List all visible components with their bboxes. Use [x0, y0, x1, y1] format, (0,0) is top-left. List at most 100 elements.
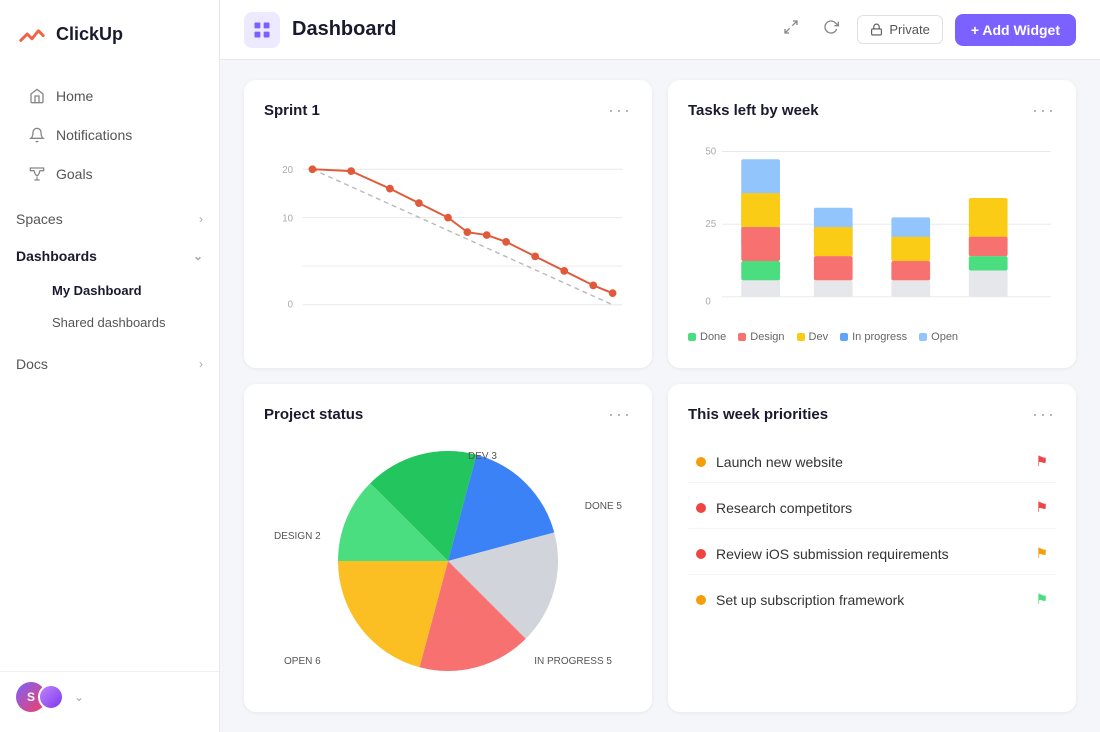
avatar-photo-inner — [40, 686, 62, 708]
sidebar-item-label: Spaces — [16, 211, 63, 227]
chevron-down-icon: ⌄ — [74, 690, 84, 704]
bar-chart: 50 25 0 — [688, 137, 1056, 337]
priority-flag-3: ⚑ — [1035, 591, 1048, 608]
priority-item-2: Review iOS submission requirements ⚑ — [688, 533, 1056, 575]
legend-design: Design — [738, 331, 784, 343]
chevron-down-icon: ⌄ — [193, 249, 203, 263]
chevron-right-icon: › — [199, 212, 203, 226]
sidebar-item-label: Notifications — [56, 127, 132, 143]
avatar-container[interactable]: S — [16, 682, 64, 712]
tasks-widget-menu[interactable]: ··· — [1032, 100, 1056, 121]
legend-done-color — [688, 333, 696, 341]
project-status-menu[interactable]: ··· — [608, 404, 632, 425]
pie-chart-svg — [338, 451, 558, 671]
legend-done-label: Done — [700, 331, 726, 343]
tasks-widget-title: Tasks left by week — [688, 102, 819, 119]
priority-dot-3 — [696, 595, 706, 605]
legend-open-label: Open — [931, 331, 958, 343]
legend-open-color — [919, 333, 927, 341]
sprint-widget: Sprint 1 ··· 20 10 0 — [244, 80, 652, 368]
sprint-widget-header: Sprint 1 ··· — [264, 100, 632, 121]
priority-item-left-1: Research competitors — [696, 500, 852, 516]
docs-section-left: Docs — [16, 356, 48, 372]
grid-icon — [252, 20, 272, 40]
pie-label-inprogress: IN PROGRESS 5 — [534, 656, 612, 667]
svg-text:50: 50 — [705, 146, 716, 157]
tasks-widget-header: Tasks left by week ··· — [688, 100, 1056, 121]
pie-label-design: DESIGN 2 — [274, 531, 321, 542]
priority-dot-1 — [696, 503, 706, 513]
pie-chart-container: DEV 3 DONE 5 IN PROGRESS 5 OPEN 6 DESIGN… — [264, 441, 632, 681]
page-title: Dashboard — [292, 18, 765, 41]
sidebar-item-label: Docs — [16, 356, 48, 372]
priority-item-left-3: Set up subscription framework — [696, 592, 904, 608]
sidebar-item-notifications[interactable]: Notifications — [8, 116, 211, 154]
legend-design-color — [738, 333, 746, 341]
header-actions: Private + Add Widget — [777, 13, 1076, 46]
pie-label-open: OPEN 6 — [284, 656, 321, 667]
logo-container[interactable]: ClickUp — [0, 0, 219, 68]
project-status-header: Project status ··· — [264, 404, 632, 425]
priority-flag-1: ⚑ — [1035, 499, 1048, 516]
bar-chart-legend: Done Design Dev In progress — [688, 331, 1056, 343]
sidebar-item-my-dashboard[interactable]: My Dashboard — [16, 275, 203, 306]
sidebar-navigation: Home Notifications Goals Spa — [0, 68, 219, 671]
svg-text:10: 10 — [282, 214, 293, 225]
refresh-icon — [823, 19, 839, 35]
add-widget-button[interactable]: + Add Widget — [955, 14, 1076, 46]
dashboards-section-left: Dashboards — [16, 248, 97, 264]
bell-icon — [28, 126, 46, 144]
sidebar-item-label: Goals — [56, 166, 93, 182]
private-button[interactable]: Private — [857, 15, 942, 44]
priorities-menu[interactable]: ··· — [1032, 404, 1056, 425]
legend-inprogress-color — [840, 333, 848, 341]
home-icon — [28, 87, 46, 105]
sidebar-item-goals[interactable]: Goals — [8, 155, 211, 193]
sidebar-item-label: Dashboards — [16, 248, 97, 264]
priority-text-1: Research competitors — [716, 500, 852, 516]
priority-item-0: Launch new website ⚑ — [688, 441, 1056, 483]
sidebar-item-label: Home — [56, 88, 93, 104]
sidebar: ClickUp Home Notifications — [0, 0, 220, 732]
private-label: Private — [889, 22, 929, 37]
svg-text:0: 0 — [288, 300, 293, 311]
expand-button[interactable] — [777, 13, 805, 46]
priority-text-3: Set up subscription framework — [716, 592, 904, 608]
sidebar-item-label: Shared dashboards — [52, 315, 165, 330]
refresh-button[interactable] — [817, 13, 845, 46]
sprint-widget-menu[interactable]: ··· — [608, 100, 632, 121]
priority-dot-0 — [696, 457, 706, 467]
legend-done: Done — [688, 331, 726, 343]
sidebar-section-dashboards[interactable]: Dashboards ⌄ — [8, 238, 211, 274]
sprint-chart: 20 10 0 — [264, 137, 632, 337]
spaces-section-left: Spaces — [16, 211, 63, 227]
priority-dot-2 — [696, 549, 706, 559]
priority-item-3: Set up subscription framework ⚑ — [688, 579, 1056, 620]
priority-list: Launch new website ⚑ Research competitor… — [688, 441, 1056, 620]
header: Dashboard Private + Add Widget — [220, 0, 1100, 60]
project-status-widget: Project status ··· — [244, 384, 652, 712]
sidebar-section-spaces[interactable]: Spaces › — [8, 201, 211, 237]
priority-text-2: Review iOS submission requirements — [716, 546, 949, 562]
legend-open: Open — [919, 331, 958, 343]
priorities-widget: This week priorities ··· Launch new webs… — [668, 384, 1076, 712]
sidebar-section-docs[interactable]: Docs › — [8, 346, 211, 382]
sprint-widget-title: Sprint 1 — [264, 102, 320, 119]
priority-item-1: Research competitors ⚑ — [688, 487, 1056, 529]
priorities-header: This week priorities ··· — [688, 404, 1056, 425]
svg-text:20: 20 — [282, 165, 293, 176]
legend-dev: Dev — [797, 331, 829, 343]
tasks-by-week-widget: Tasks left by week ··· 50 25 0 — [668, 80, 1076, 368]
sidebar-item-shared-dashboards[interactable]: Shared dashboards — [16, 307, 203, 338]
user-profile-area[interactable]: S ⌄ — [0, 671, 219, 722]
sidebar-item-home[interactable]: Home — [8, 77, 211, 115]
chevron-right-icon: › — [199, 357, 203, 371]
dashboard-grid: Sprint 1 ··· 20 10 0 — [220, 60, 1100, 732]
clickup-logo-icon — [16, 18, 48, 50]
expand-icon — [783, 19, 799, 35]
avatar-photo — [38, 684, 64, 710]
legend-dev-color — [797, 333, 805, 341]
project-status-title: Project status — [264, 406, 363, 423]
priority-item-left-0: Launch new website — [696, 454, 843, 470]
svg-text:0: 0 — [705, 297, 710, 308]
